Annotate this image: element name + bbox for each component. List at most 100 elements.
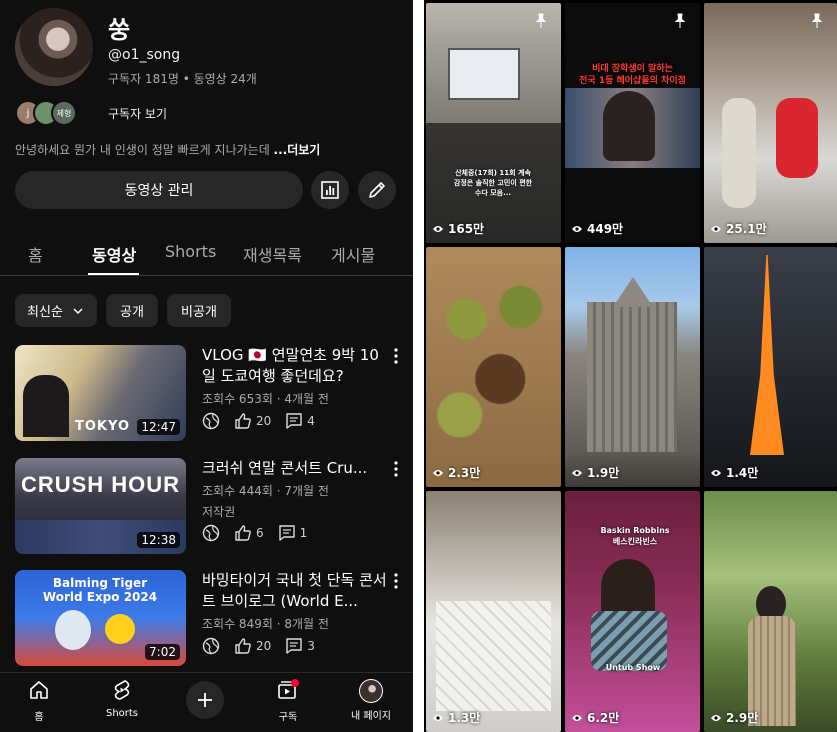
more-options-icon[interactable] (391, 347, 401, 365)
short-views: 2.9만 (710, 709, 758, 726)
short-views-count: 165만 (448, 222, 485, 236)
channel-page: 쑹 @o1_song 구독자 181명 • 동영상 24개 j 제형 구독자 보… (0, 0, 413, 732)
short-item[interactable]: 비대 장학생이 말하는 전국 1등 헤어샵들의 차이점 449만 (565, 3, 700, 243)
video-meta: 조회수 849회 · 8개월 전 (202, 617, 329, 631)
likes: 20 (234, 412, 271, 430)
likes-count: 20 (256, 639, 272, 653)
channel-avatar[interactable] (15, 8, 93, 86)
nav-home-label: 홈 (34, 712, 44, 723)
active-tab-indicator (88, 273, 139, 275)
video-duration: 7:02 (145, 644, 180, 660)
visibility (202, 412, 220, 430)
likes-count: 20 (256, 414, 272, 428)
short-item[interactable]: 25.1만 (704, 3, 837, 243)
video-copyright: 저작권 (202, 505, 236, 519)
video-item[interactable]: Balming Tiger World Expo 2024 7:02 바밍타이거… (0, 570, 413, 675)
analytics-button[interactable] (311, 171, 349, 209)
chevron-down-icon (73, 307, 83, 314)
nav-subscriptions[interactable]: 구독 (253, 679, 323, 723)
view-subscribers-link[interactable]: 구독자 보기 (108, 105, 167, 122)
comments-count: 4 (307, 414, 315, 428)
visibility (202, 524, 220, 542)
short-views-count: 2.3만 (448, 466, 481, 480)
eye-icon (572, 469, 582, 476)
short-item[interactable]: Baskin Robbins 베스킨라빈스 Untub Show 6.2만 (565, 491, 700, 732)
tab-home[interactable]: 홈 (28, 242, 43, 266)
create-button[interactable] (186, 681, 224, 719)
short-item[interactable]: 2.3만 (426, 247, 561, 487)
pin-icon (811, 13, 823, 28)
public-chip[interactable]: 공개 (106, 294, 158, 327)
comments-count: 1 (299, 526, 308, 540)
subscriber-avatar: 제형 (51, 100, 77, 126)
eye-icon (433, 469, 443, 476)
short-item[interactable]: 산체중(17회) 11회 계속 감정은 솔직한 고민이 편한 수다 모음... … (426, 3, 561, 243)
thumbs-up-icon (235, 413, 251, 429)
video-meta: 조회수 444회 · 7개월 전 (202, 484, 329, 498)
globe-icon (202, 412, 220, 430)
eye-icon (433, 225, 443, 232)
video-thumbnail[interactable]: TOKYO 12:47 (15, 345, 186, 441)
video-title: 크러쉬 연말 콘서트 Cru... (202, 459, 368, 477)
video-stats: 20 3 (202, 636, 329, 656)
video-duration: 12:38 (137, 532, 180, 548)
sort-chip[interactable]: 최신순 (15, 294, 97, 327)
nav-my-page-label: 내 페이지 (351, 711, 391, 722)
thumbs-up-icon (235, 638, 251, 654)
video-item[interactable]: TOKYO 12:47 VLOG 🇯🇵 연말연초 9박 10일 도쿄여행 좋던데… (0, 345, 413, 450)
manage-videos-button[interactable]: 동영상 관리 (15, 171, 303, 209)
pin-icon (674, 13, 686, 28)
nav-subscriptions-label: 구독 (278, 712, 298, 723)
video-item[interactable]: CRUSH HOUR 12:38 크러쉬 연말 콘서트 Cru... 조회수 4… (0, 458, 413, 563)
short-views: 6.2만 (571, 709, 619, 726)
more-options-icon[interactable] (391, 572, 401, 590)
tab-videos[interactable]: 동영상 (92, 242, 136, 266)
short-overlay-text: 산체중(17회) 11회 계속 감정은 솔직한 고민이 편한 수다 모음... (453, 169, 533, 197)
subscriber-avatars[interactable]: j 제형 (15, 100, 95, 126)
video-thumbnail[interactable]: Balming Tiger World Expo 2024 7:02 (15, 570, 186, 666)
short-views: 25.1만 (710, 220, 767, 237)
video-meta: 조회수 653회 · 4개월 전 (202, 392, 329, 406)
short-views: 1.3만 (432, 709, 480, 726)
video-stats: 6 1 (202, 523, 321, 543)
channel-description[interactable]: 안녕하세요 뭔가 내 인생이 정말 빠르게 지나가는데 ...더보기 (15, 141, 320, 158)
tab-playlists[interactable]: 재생목록 (243, 242, 302, 266)
globe-icon (202, 637, 220, 655)
eye-icon (433, 714, 443, 721)
short-item[interactable]: 1.9만 (565, 247, 700, 487)
more-link[interactable]: ...더보기 (274, 143, 321, 157)
short-views-count: 1.3만 (448, 711, 481, 725)
nav-my-page[interactable]: 내 페이지 (336, 679, 406, 722)
bottom-navigation: 홈 Shorts 구독 내 페이지 (0, 672, 413, 732)
video-title: VLOG 🇯🇵 연말연초 9박 10일 도쿄여행 좋던데요? (202, 346, 379, 385)
description-text: 안녕하세요 뭔가 내 인생이 정말 빠르게 지나가는데 (15, 143, 274, 157)
short-views-count: 449만 (587, 222, 624, 236)
short-views-count: 25.1만 (726, 222, 767, 236)
edit-channel-button[interactable] (358, 171, 396, 209)
likes: 6 (234, 524, 264, 542)
video-duration: 12:47 (137, 419, 180, 435)
comments: 3 (285, 637, 315, 655)
more-options-icon[interactable] (391, 460, 401, 478)
subscriptions-icon (278, 679, 299, 699)
private-chip[interactable]: 비공개 (167, 294, 231, 327)
tab-shorts[interactable]: Shorts (165, 242, 216, 261)
short-item[interactable]: 1.3만 (426, 491, 561, 732)
thumbnail-text: CRUSH HOUR (20, 472, 181, 497)
comment-icon (286, 638, 302, 654)
short-views: 449만 (571, 220, 623, 237)
eye-icon (572, 225, 582, 232)
short-views: 1.9만 (571, 464, 619, 481)
short-item[interactable]: 2.9만 (704, 491, 837, 732)
nav-shorts[interactable]: Shorts (87, 679, 157, 719)
pin-icon (535, 13, 547, 28)
home-icon (30, 681, 48, 699)
nav-home[interactable]: 홈 (4, 679, 74, 723)
video-thumbnail[interactable]: CRUSH HOUR 12:38 (15, 458, 186, 554)
short-item[interactable]: 1.4만 (704, 247, 837, 487)
shorts-icon (114, 680, 130, 700)
thumbnail-text: TOKYO (75, 419, 130, 434)
tab-posts[interactable]: 게시물 (331, 242, 375, 266)
thumbnail-text: Balming Tiger World Expo 2024 (42, 576, 158, 604)
channel-handle: @o1_song (108, 47, 181, 63)
